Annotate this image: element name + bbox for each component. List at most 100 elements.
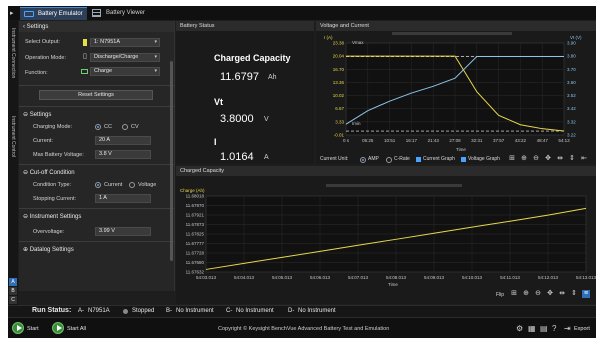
instrument-badge-c[interactable]: C: [9, 296, 17, 304]
vc-x-tick-label: 27:08: [449, 138, 461, 143]
fit-vertical-icon[interactable]: ⇕: [570, 290, 578, 298]
slot-b-id: B-: [166, 308, 172, 314]
expand-arrow-icon[interactable]: ▸: [10, 9, 14, 17]
tab-instrument-control[interactable]: Instrument Control: [10, 116, 16, 157]
datalog-label: Datalog Settings: [29, 247, 74, 253]
viewer-icon: [92, 9, 101, 17]
vc-right-tick-label: 3.32: [567, 119, 576, 124]
run-status-bar: Run Status: A- N7951A Stopped B- No Inst…: [8, 305, 596, 317]
tab-label: Battery Viewer: [106, 10, 145, 16]
export-icon[interactable]: ⇥: [564, 324, 571, 333]
vmax-marker: Vmax: [352, 40, 364, 45]
stopping-current-input[interactable]: 1 A: [95, 194, 151, 203]
cc-y-tick-label: 11.67728: [186, 251, 205, 256]
start-button[interactable]: Start: [27, 326, 39, 332]
operation-mode-dropdown[interactable]: Discharge/Charge: [90, 53, 160, 62]
current-input[interactable]: 20 A: [95, 136, 151, 145]
settings-header[interactable]: ‹ Settings: [23, 24, 48, 30]
menu-icon[interactable]: ≡: [582, 290, 590, 298]
start-icon[interactable]: [12, 322, 24, 334]
fit-horizontal-icon[interactable]: ⇹: [556, 155, 564, 163]
voltage-current-panel: Voltage and Current I (A) Vt (V) 23.38 20…: [316, 21, 596, 164]
instrument-badge-a[interactable]: A: [9, 278, 17, 286]
cutoff-header[interactable]: ⊖ Cut-off Condition: [23, 169, 75, 176]
cc-y-tick-label: 11.67632: [186, 270, 205, 275]
reset-view-icon[interactable]: ⇤: [580, 155, 588, 163]
cc-x-tick-label: 54:04.013: [234, 275, 255, 280]
radio-voltage[interactable]: [129, 182, 135, 188]
select-output-value: 1: N7951A: [94, 39, 120, 45]
i-value: 1.0164: [220, 151, 254, 163]
pan-icon[interactable]: ✥: [546, 290, 554, 298]
zoom-fit-icon[interactable]: ⊞: [510, 290, 518, 298]
gear-icon[interactable]: ⚙: [516, 324, 523, 333]
vc-left-tick-label: 3.33: [335, 119, 344, 124]
radio-cc[interactable]: [95, 124, 101, 130]
cc-y-tick-label: 11.67825: [186, 232, 205, 237]
top-bar: ▸ Battery Emulator Battery Viewer: [8, 6, 596, 20]
slot-c-instrument: No Instrument: [236, 308, 274, 314]
zoom-in-icon[interactable]: ⊕: [522, 290, 530, 298]
function-dropdown[interactable]: Charge: [90, 67, 160, 76]
sub-settings-label: Settings: [29, 112, 52, 118]
fit-vertical-icon[interactable]: ⇕: [568, 155, 576, 163]
vc-x-tick-label: 16:17: [406, 138, 418, 143]
radio-voltage-label: Voltage: [138, 182, 157, 188]
radio-current[interactable]: [95, 182, 101, 188]
sub-settings-header[interactable]: ⊖ Settings: [23, 111, 51, 118]
vt-unit: V: [264, 116, 269, 123]
document-icon[interactable]: ▤: [540, 324, 548, 333]
cc-y-tick-label: 11.67970: [186, 203, 205, 208]
instrument-badge-b[interactable]: B: [9, 287, 17, 295]
divider: [19, 208, 174, 209]
vc-right-tick-label: 3.42: [567, 106, 576, 111]
radio-c-rate[interactable]: [386, 157, 392, 163]
pan-icon[interactable]: ✥: [544, 155, 552, 163]
fit-horizontal-icon[interactable]: ⇹: [558, 290, 566, 298]
voltage-graph-checkbox[interactable]: [461, 157, 466, 162]
datalog-header[interactable]: ⊕ Datalog Settings: [23, 246, 74, 253]
stopped-indicator-icon: [123, 309, 128, 314]
zoom-fit-icon[interactable]: ⊞: [508, 155, 516, 163]
start-all-button[interactable]: Start All: [67, 326, 86, 332]
zoom-out-icon[interactable]: ⊖: [532, 155, 540, 163]
tab-instrument-connection[interactable]: Instrument Connection: [10, 28, 16, 78]
select-output-label: Select Output:: [25, 39, 60, 45]
function-label: Function:: [25, 70, 48, 76]
charged-capacity-label: Charged Capacity: [214, 53, 291, 63]
battery-status-panel: Battery Status Charged Capacity 11.6797 …: [176, 21, 314, 164]
charged-capacity-chart[interactable]: 11.68018 11.67970 11.67921 11.67873 11.67825…: [176, 166, 596, 304]
instrument-settings-label: Instrument Settings: [29, 214, 82, 220]
tab-battery-viewer[interactable]: Battery Viewer: [88, 7, 149, 20]
settings-scrollbar[interactable]: [170, 61, 173, 261]
start-all-icon[interactable]: [52, 322, 64, 334]
battery-icon: [24, 11, 34, 17]
flip-label: Flip: [496, 292, 505, 298]
radio-cv[interactable]: [122, 124, 128, 130]
instrument-settings-header[interactable]: ⊖ Instrument Settings: [23, 213, 81, 220]
calculator-icon[interactable]: ▦: [528, 324, 536, 333]
cc-y-tick-label: 11.67777: [186, 241, 205, 246]
divider: [19, 106, 174, 107]
zoom-in-icon[interactable]: ⊕: [520, 155, 528, 163]
export-button[interactable]: Export: [574, 326, 590, 332]
overvoltage-input[interactable]: 3.99 V: [95, 227, 151, 236]
reset-settings-button[interactable]: Reset Settings: [39, 90, 153, 100]
charged-capacity-unit: Ah: [268, 74, 277, 81]
voltage-graph-label: Voltage Graph: [468, 156, 500, 162]
cc-y-tick-label: 11.67680: [186, 260, 205, 265]
slot-b-instrument: No Instrument: [176, 308, 214, 314]
select-output-dropdown[interactable]: 1: N7951A: [90, 38, 160, 47]
current-graph-checkbox[interactable]: [416, 157, 421, 162]
vc-right-tick-label: 3.80: [567, 54, 576, 59]
radio-cc-label: CC: [104, 124, 112, 130]
zoom-out-icon[interactable]: ⊖: [534, 290, 542, 298]
tab-battery-emulator[interactable]: Battery Emulator: [20, 7, 87, 20]
operation-mode-value: Discharge/Charge: [94, 54, 139, 60]
max-voltage-input[interactable]: 3.8 V: [95, 150, 151, 159]
radio-amp[interactable]: [360, 157, 366, 163]
current-graph-label: Current Graph: [423, 156, 455, 162]
help-icon[interactable]: ?: [552, 324, 556, 333]
vc-x-tick-label: 43:22: [515, 138, 527, 143]
radio-c-rate-label: C-Rate: [394, 156, 410, 162]
